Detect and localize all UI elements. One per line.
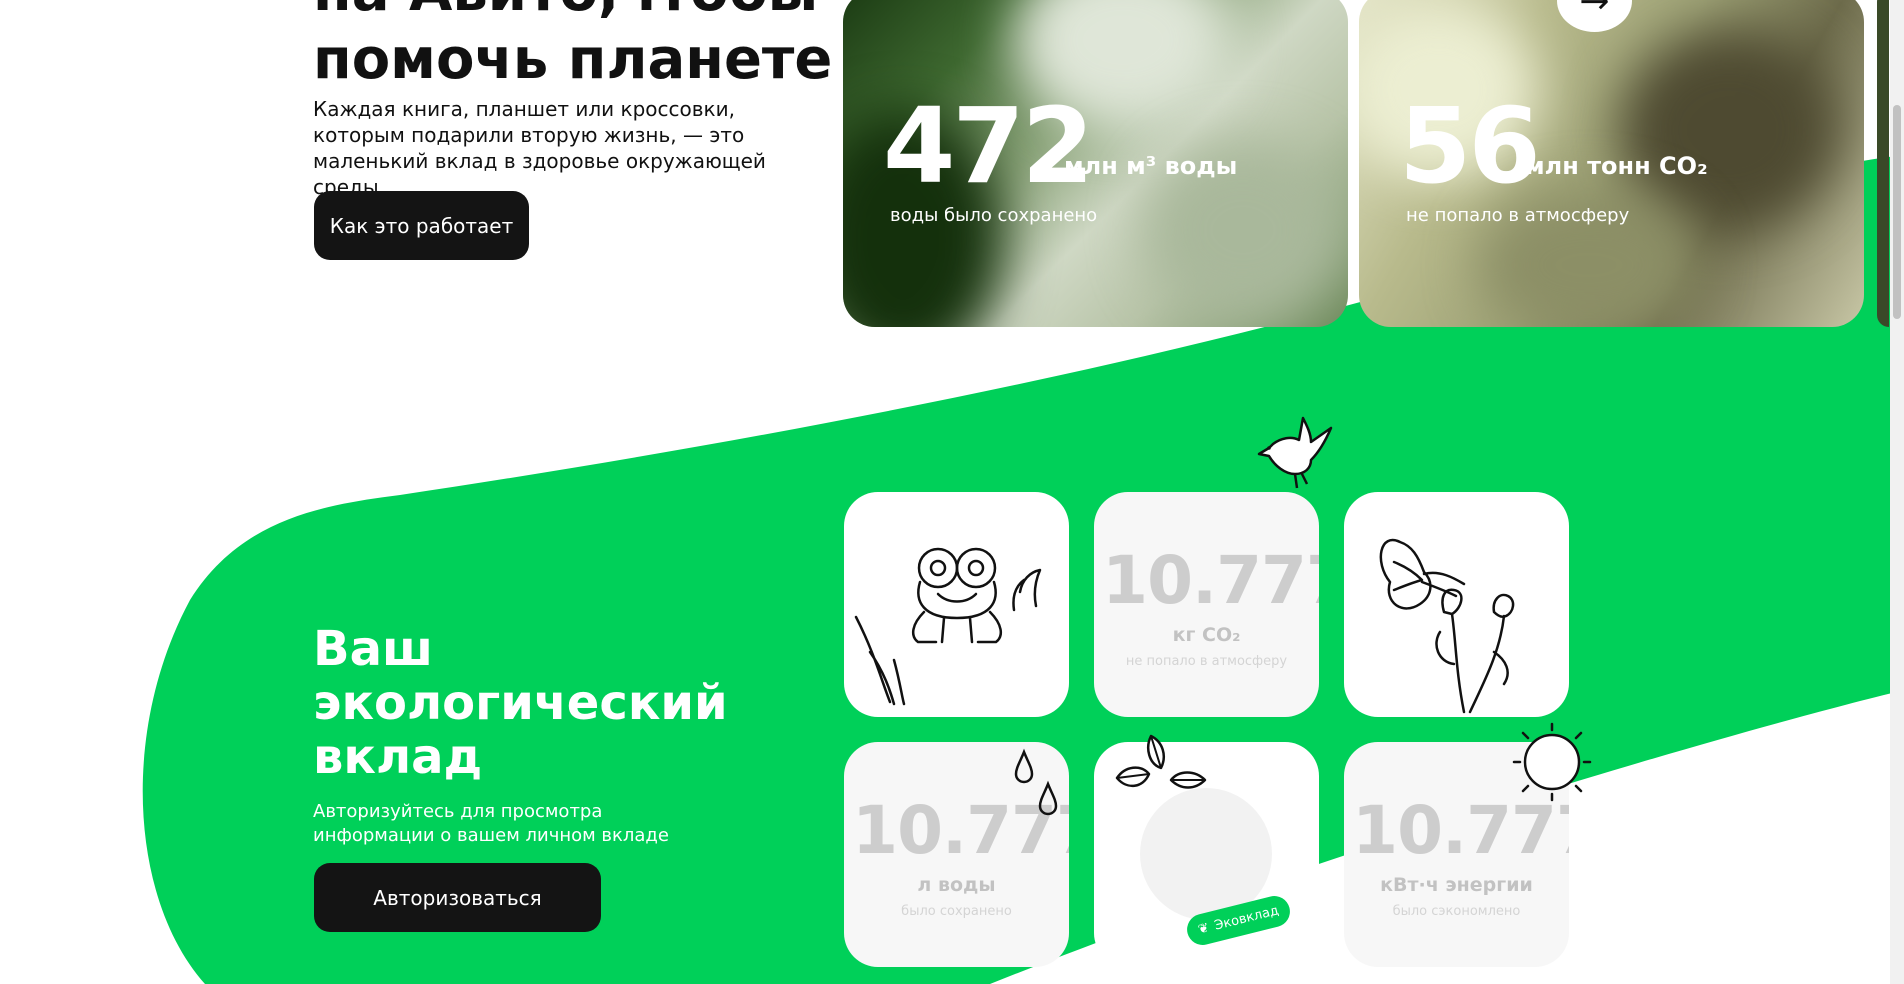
metric-unit: кВт·ч энергии bbox=[1380, 874, 1533, 896]
eco-tile-frog bbox=[844, 492, 1069, 717]
stat-value: 472 bbox=[883, 85, 1094, 207]
stat-caption: воды было сохранено bbox=[890, 205, 1098, 226]
stat-card-co2: → 56 млн тонн CO₂ не попало в атмосферу bbox=[1359, 0, 1864, 327]
metric-unit: л воды bbox=[917, 874, 996, 896]
water-drops-icon bbox=[1014, 748, 1058, 816]
sun-icon bbox=[1512, 722, 1592, 802]
eco-description: Авторизуйтесь для просмотра информации о… bbox=[313, 801, 669, 846]
leaves-icon bbox=[1115, 734, 1207, 789]
how-it-works-button[interactable]: Как это работает bbox=[314, 191, 529, 260]
metric-caption: было сэкономлено bbox=[1392, 904, 1521, 919]
dove-icon bbox=[1257, 416, 1333, 489]
arrow-right-icon[interactable]: → bbox=[1557, 0, 1632, 32]
eco-tile-butterfly bbox=[1344, 492, 1569, 717]
stat-value: 56 bbox=[1399, 85, 1541, 207]
metric-caption: не попало в атмосферу bbox=[1125, 654, 1288, 669]
metric-value: 10.777 bbox=[1102, 542, 1319, 619]
eco-title: Ваш экологический вклад bbox=[313, 621, 728, 785]
metric-caption: было сохранено bbox=[901, 904, 1012, 919]
butterfly-icon bbox=[1379, 538, 1515, 714]
leaf-icon: ❦ bbox=[1196, 920, 1211, 938]
scrollbar-thumb[interactable] bbox=[1893, 105, 1901, 319]
blur-shape bbox=[1619, 30, 1839, 230]
stat-unit: млн м³ воды bbox=[1064, 152, 1238, 180]
next-card-peek bbox=[1877, 0, 1889, 327]
stat-card-water: 472 млн м³ воды воды было сохранено bbox=[843, 0, 1348, 327]
eco-tile-co2: 10.777 кг CO₂ не попало в атмосферу bbox=[1094, 492, 1319, 717]
frog-icon bbox=[854, 547, 1042, 706]
login-button[interactable]: Авторизоваться bbox=[314, 863, 601, 932]
hero-description: Каждая книга, планшет или кроссовки, кот… bbox=[313, 97, 766, 199]
hero-title: на Авито,чтобы помочь планете bbox=[313, 0, 833, 92]
stat-caption: не попало в атмосферу bbox=[1406, 205, 1630, 226]
metric-unit: кг CO₂ bbox=[1172, 624, 1241, 646]
stat-unit: млн тонн CO₂ bbox=[1525, 152, 1708, 180]
